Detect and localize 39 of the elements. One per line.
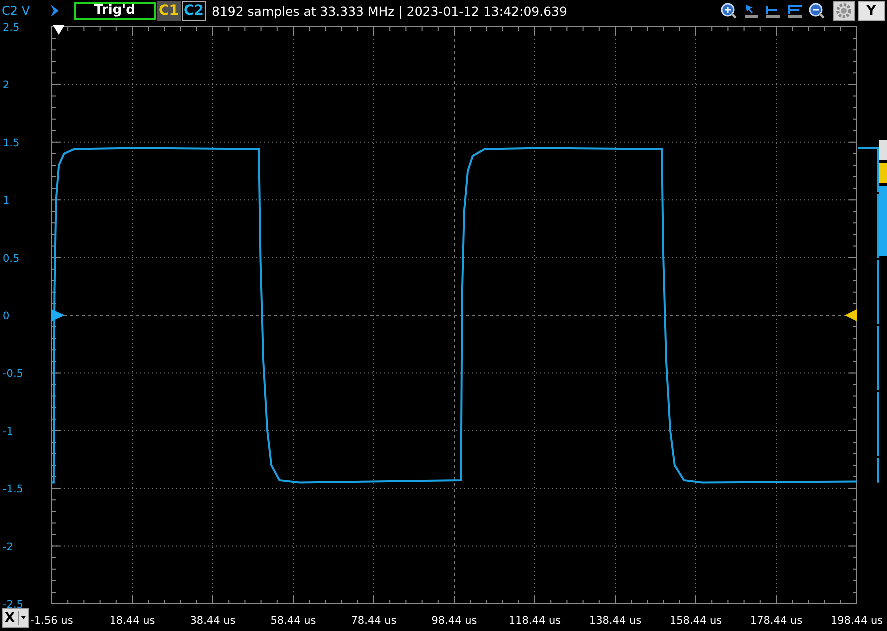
axis-label: 138.44 us	[589, 615, 642, 627]
axis-label: 1.5	[3, 137, 20, 150]
axis-label: 1	[3, 195, 10, 208]
marker-icon[interactable]	[787, 3, 803, 19]
x-axis-dropdown[interactable]: X	[2, 608, 29, 628]
trigger-level-icon[interactable]	[845, 310, 857, 322]
axis-label: 0.5	[3, 252, 20, 265]
chevron-icon[interactable]	[50, 4, 60, 18]
offset-marker-icon[interactable]	[52, 310, 65, 322]
axis-label: -1.5	[3, 484, 24, 496]
axis-label: -0.5	[3, 368, 24, 380]
axis-label: 38.44 us	[190, 615, 236, 627]
trigger-position-icon[interactable]	[53, 25, 65, 35]
channel-tab[interactable]: C1	[157, 1, 181, 21]
axis-label: -1.56 us	[30, 615, 74, 627]
y-axis-button[interactable]: Y	[858, 1, 885, 21]
zoom-in-icon[interactable]	[721, 3, 737, 19]
axis-label: 0	[3, 310, 10, 322]
acquisition-info: 8192 samples at 33.333 MHz | 2023-01-12 13:42:09.639	[212, 4, 568, 18]
axis-label: -1	[3, 426, 14, 438]
trigger-status: Trig'd	[74, 2, 156, 20]
channel-tab[interactable]: C2	[182, 1, 206, 21]
axis-label: 158.44 us	[670, 615, 722, 627]
axis-label: 98.44 us	[432, 615, 478, 627]
axis-label: 118.44 us	[508, 615, 562, 627]
axis-label: 18.44 us	[110, 615, 156, 627]
axis-label: -2	[3, 541, 14, 554]
axis-label: -2.5	[3, 599, 24, 611]
axis-label: 2	[3, 80, 10, 92]
axis-label: 58.44 us	[270, 615, 316, 627]
axis-label: 198.44 us	[830, 615, 884, 627]
caret-icon	[20, 615, 26, 621]
marker-icon[interactable]	[765, 3, 781, 19]
zoom-out-icon[interactable]	[809, 3, 825, 19]
axis-label: 2.5	[3, 22, 20, 34]
axis-label: 78.44 us	[351, 615, 397, 627]
cursor-icon[interactable]	[743, 3, 759, 19]
axis-label: 178.44 us	[750, 615, 803, 627]
channel-unit-label: C2 V	[2, 4, 32, 18]
